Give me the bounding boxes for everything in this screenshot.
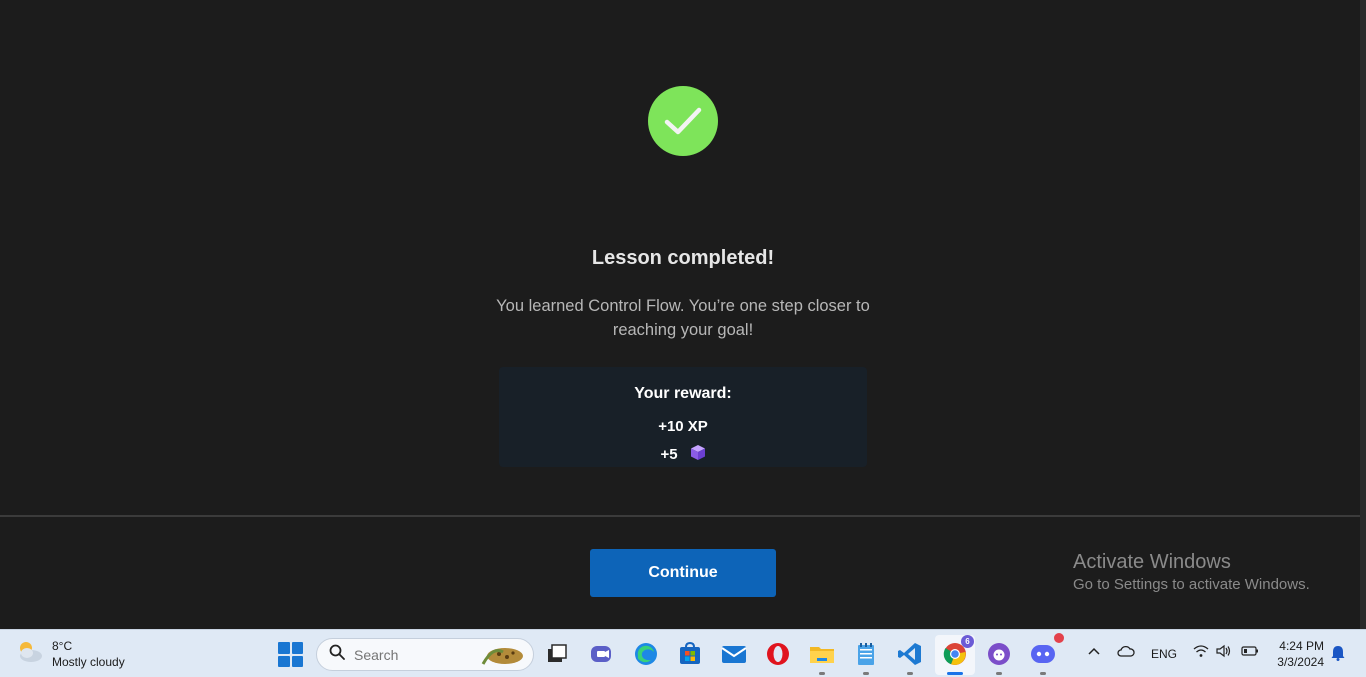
lesson-complete-subtitle: You learned Control Flow. You’re one ste…	[496, 297, 870, 339]
windows-start-icon[interactable]	[278, 642, 303, 667]
notification-bell-icon[interactable]	[1331, 645, 1345, 664]
vscode-icon[interactable]	[897, 641, 923, 675]
battery-icon[interactable]	[1241, 644, 1259, 661]
weather-widget[interactable]: 8°C Mostly cloudy	[16, 638, 125, 670]
task-view-icon[interactable]	[544, 641, 570, 667]
activate-windows-title: Activate Windows	[1073, 551, 1231, 573]
search-input[interactable]	[354, 646, 474, 663]
continue-button[interactable]: Continue	[590, 549, 776, 597]
clock-date: 3/3/2024	[1277, 655, 1324, 669]
teams-chat-icon[interactable]	[589, 641, 615, 667]
weather-description: Mostly cloudy	[52, 655, 125, 669]
activate-windows-watermark: Activate Windows Go to Settings to activ…	[1073, 551, 1310, 593]
reward-gems-amount: +5	[660, 446, 678, 463]
gem-cube-icon	[690, 444, 706, 465]
activate-windows-hint: Go to Settings to activate Windows.	[1073, 576, 1310, 593]
page-scrollbar[interactable]	[1360, 0, 1366, 629]
notepad-icon[interactable]	[853, 641, 879, 675]
wifi-icon[interactable]	[1193, 644, 1209, 661]
search-icon	[329, 644, 345, 665]
chrome-browser-icon[interactable]: 6	[942, 635, 974, 675]
microsoft-store-icon[interactable]	[677, 641, 703, 667]
onedrive-cloud-icon[interactable]	[1117, 644, 1135, 661]
reward-title: Your reward:	[634, 385, 732, 402]
weather-temperature: 8°C	[52, 639, 73, 653]
clock-time: 4:24 PM	[1279, 639, 1324, 653]
lesson-complete-title: Lesson completed!	[591, 247, 775, 269]
taskbar-search[interactable]	[316, 638, 534, 671]
mail-icon[interactable]	[721, 641, 747, 667]
search-highlight-art-icon	[479, 642, 527, 668]
discord-icon[interactable]	[1030, 633, 1064, 675]
taskbar-clock[interactable]: 4:24 PM 3/3/2024	[1272, 638, 1324, 670]
reward-card: Your reward: +10 XP +5	[499, 367, 867, 467]
reward-xp: +10 XP	[658, 418, 708, 435]
lesson-complete-screen: Lesson completed! You learned Control Fl…	[0, 0, 1366, 629]
footer-divider	[0, 515, 1360, 517]
edge-browser-icon[interactable]	[633, 641, 659, 667]
opera-browser-icon[interactable]	[765, 641, 791, 667]
windows-taskbar: 8°C Mostly cloudy Search 6 ENG 4:24 PM 3…	[0, 629, 1366, 677]
show-hidden-icons-chevron-icon[interactable]	[1087, 644, 1101, 661]
file-explorer-icon[interactable]	[809, 641, 835, 675]
input-language[interactable]: ENG	[1151, 647, 1177, 661]
github-desktop-icon[interactable]	[986, 641, 1012, 675]
volume-icon[interactable]	[1216, 644, 1232, 661]
chrome-profile-badge: 6	[961, 635, 974, 648]
success-check-icon	[648, 86, 718, 156]
cloudy-weather-icon	[16, 640, 44, 669]
reward-gems: +5	[499, 444, 867, 465]
discord-notification-dot	[1054, 633, 1064, 643]
